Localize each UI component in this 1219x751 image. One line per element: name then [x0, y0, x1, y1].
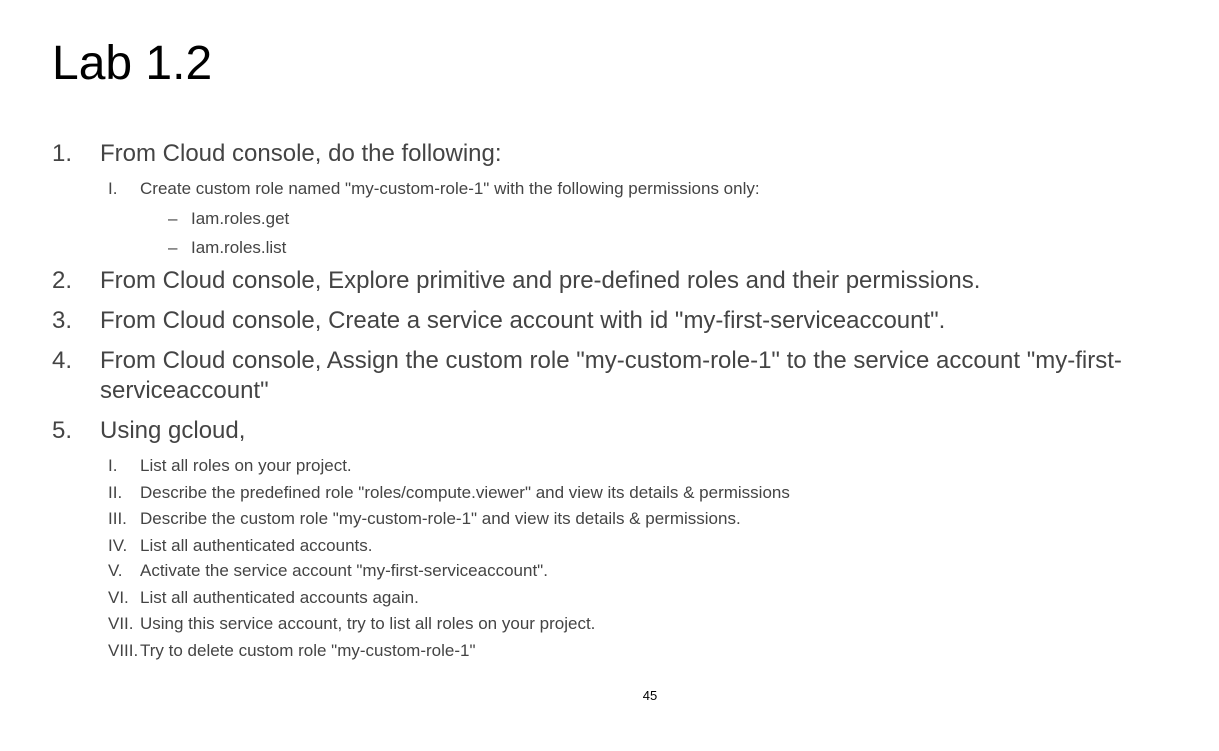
list-item-number: 2. — [52, 267, 73, 294]
page-number: 45 — [642, 688, 658, 703]
sub-item-text: Using this service account, try to list … — [140, 614, 596, 633]
sub-item-number: VII. — [108, 614, 134, 633]
list-item-text: From Cloud console, do the following: — [100, 140, 502, 167]
sub-item-number: I. — [108, 179, 118, 198]
list-item-text: Using gcloud, — [100, 417, 246, 444]
list-item-number: 1. — [52, 140, 73, 167]
sub-item-number: II. — [108, 483, 123, 502]
sub-item-number: IV. — [108, 536, 128, 555]
sub-item-number: VIII. — [108, 641, 139, 660]
sub-item-number: I. — [108, 456, 118, 475]
sub-item-number: III. — [108, 509, 127, 528]
sub-item-text: Create custom role named "my-custom-role… — [140, 179, 760, 198]
sub-item-text: Try to delete custom role "my-custom-rol… — [140, 641, 476, 660]
page-title: Lab 1.2 — [52, 37, 213, 90]
permission-text: Iam.roles.list — [191, 238, 287, 257]
sub-item-number: V. — [108, 561, 123, 580]
sub-item-text: Describe the predefined role "roles/comp… — [140, 483, 790, 502]
sub-item-text: Describe the custom role "my-custom-role… — [140, 509, 741, 528]
permission-text: Iam.roles.get — [191, 209, 290, 228]
sub-item-text: List all roles on your project. — [140, 456, 352, 475]
sub-item-text: List all authenticated accounts. — [140, 536, 373, 555]
list-item-number: 3. — [52, 307, 73, 334]
list-item-text: From Cloud console, Assign the custom ro… — [100, 347, 1122, 404]
sub-item-number: VI. — [108, 588, 129, 607]
list-item-number: 5. — [52, 417, 73, 444]
dash-bullet: – — [168, 209, 178, 228]
list-item-text: From Cloud console, Create a service acc… — [100, 307, 946, 334]
dash-bullet: – — [168, 238, 178, 257]
list-item-text: From Cloud console, Explore primitive an… — [100, 267, 981, 294]
sub-item-text: Activate the service account "my-first-s… — [140, 561, 548, 580]
list-item-number: 4. — [52, 347, 73, 374]
sub-item-text: List all authenticated accounts again. — [140, 588, 419, 607]
